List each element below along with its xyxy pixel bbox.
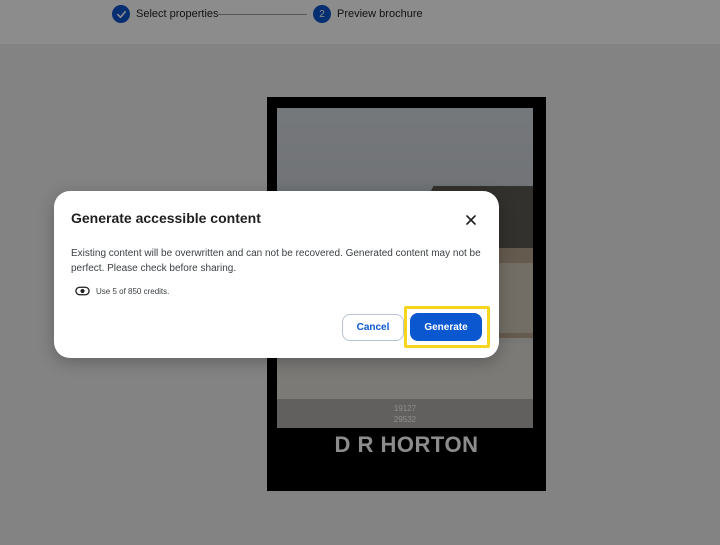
dialog-message: Existing content will be overwritten and… xyxy=(71,248,481,274)
close-button[interactable] xyxy=(461,210,481,230)
generate-button[interactable]: Generate xyxy=(410,313,482,341)
dialog-title: Generate accessible content xyxy=(71,210,261,226)
credits-info: Use 5 of 850 credits. xyxy=(75,286,169,296)
credits-toggle-icon xyxy=(75,286,90,296)
cancel-button[interactable]: Cancel xyxy=(342,314,404,341)
close-icon xyxy=(466,215,476,225)
credits-text: Use 5 of 850 credits. xyxy=(96,286,170,296)
generate-dialog: Generate accessible content Existing con… xyxy=(54,191,499,358)
